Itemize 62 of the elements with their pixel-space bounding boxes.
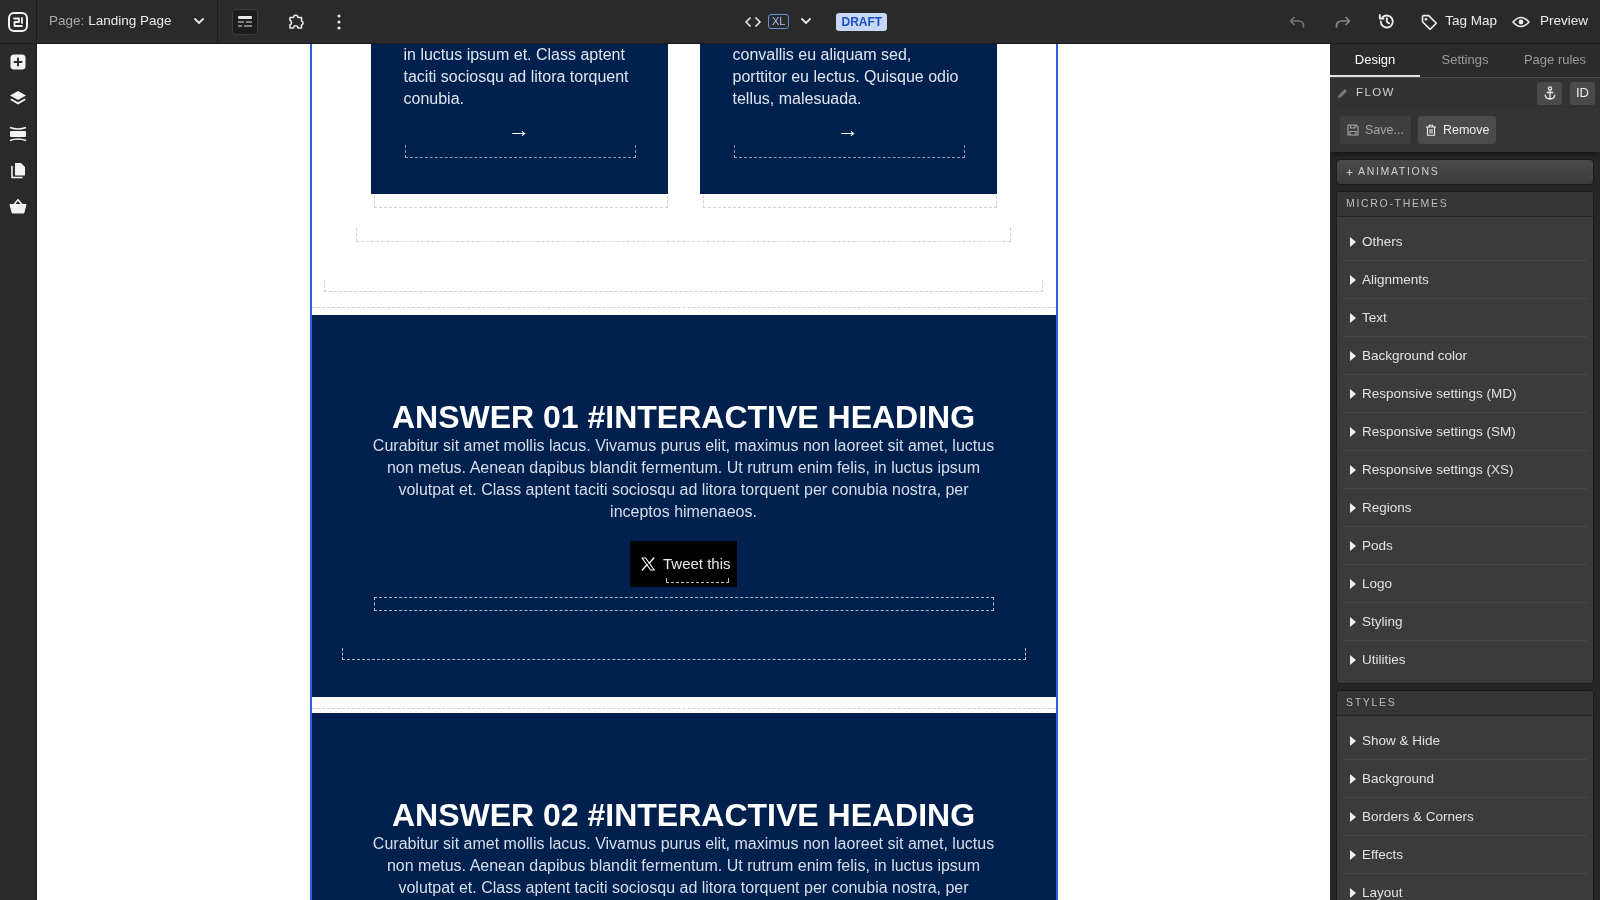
accordion-item[interactable]: Borders & Corners xyxy=(1343,798,1587,836)
tab[interactable]: Settings xyxy=(1420,44,1510,77)
chevron-down-icon xyxy=(194,18,204,25)
tag-map-button[interactable]: Tag Map xyxy=(1421,11,1497,32)
paragraph: Curabitur sit amet mollis lacus. Vivamus purus elit, maximus non laoreet sit amet, luctus non metus. Aenean dapibus blandit fermentum. Ut rutrum enim felis, in luctus ipsum volutpat et. Class aptent taciti sociosqu ad litora torquent per conubia nostra, per xyxy=(371,834,996,898)
basket-icon[interactable] xyxy=(9,198,27,214)
id-button[interactable]: ID xyxy=(1570,81,1595,105)
code-icon xyxy=(745,16,761,27)
anchor-icon xyxy=(1543,86,1556,100)
accordion-item[interactable]: Layout xyxy=(1343,874,1587,900)
accordion-item[interactable]: Background xyxy=(1343,760,1587,798)
breakpoint-selector[interactable]: XL xyxy=(745,7,812,36)
pages-icon[interactable] xyxy=(10,161,26,179)
plus-icon xyxy=(1346,168,1353,176)
tweet-button[interactable]: Tweet this xyxy=(630,541,737,587)
puzzle-icon[interactable] xyxy=(288,13,304,30)
section-heading: ANSWER 01 #INTERACTIVE HEADING xyxy=(391,399,976,435)
accordion-item[interactable]: Background color xyxy=(1343,337,1587,375)
layers-icon[interactable] xyxy=(9,90,27,106)
arrow-link[interactable]: → xyxy=(508,120,530,140)
section-heading: ANSWER 02 #INTERACTIVE HEADING xyxy=(391,797,976,833)
accordion-item[interactable]: Others xyxy=(1343,223,1587,261)
tab[interactable]: Page rules xyxy=(1510,44,1600,77)
paragraph: Curabitur sit amet mollis lacus. Vivamus purus elit, maximus non laoreet sit amet, luctus non metus. Aenean dapibus blandit fermentum. Ut rutrum enim felis, in luctus ipsum volutpat et. Class aptent taciti sociosqu ad litora torquent per conubia nostra, per inceptos himenaeos. xyxy=(371,436,996,522)
status-badge: DRAFT xyxy=(836,12,888,31)
accordion-item[interactable]: Styling xyxy=(1343,603,1587,641)
accordion-item[interactable]: Logo xyxy=(1343,565,1587,603)
layout-icon xyxy=(238,15,252,28)
accordion-item[interactable]: Responsive settings (SM) xyxy=(1343,413,1587,451)
eye-icon xyxy=(1512,15,1530,28)
element-name: FLOW xyxy=(1356,85,1395,101)
trash-icon xyxy=(1424,124,1437,136)
animations-button[interactable]: ANIMATIONS xyxy=(1336,159,1594,185)
accordion-item[interactable]: Alignments xyxy=(1343,261,1587,299)
x-logo-icon xyxy=(641,557,655,571)
add-icon[interactable] xyxy=(10,54,26,70)
layout-button[interactable] xyxy=(232,8,258,35)
pencil-icon xyxy=(1337,87,1348,99)
preview-button[interactable]: Preview xyxy=(1512,11,1588,32)
remove-button[interactable]: Remove xyxy=(1417,116,1497,144)
tag-icon xyxy=(1421,13,1438,30)
history-icon[interactable] xyxy=(1378,13,1396,30)
arrow-link[interactable]: → xyxy=(837,120,859,140)
card-text: in luctus ipsum et. Class aptent taciti sociosqu ad litora torquent conubia. xyxy=(403,45,630,109)
page-selector[interactable]: Page: Landing Page xyxy=(37,0,218,43)
card-text: convallis eu aliquam sed, porttitor eu lectus. Quisque odio tellus, malesuada. xyxy=(732,45,960,109)
group-title: MICRO-THEMES xyxy=(1346,196,1449,212)
logo-icon[interactable] xyxy=(8,11,28,32)
accordion-item[interactable]: Show & Hide xyxy=(1343,722,1587,760)
accordion-item[interactable]: Text xyxy=(1343,299,1587,337)
sections-icon[interactable] xyxy=(9,126,27,142)
accordion-item[interactable]: Responsive settings (MD) xyxy=(1343,375,1587,413)
accordion-item[interactable]: Pods xyxy=(1343,527,1587,565)
accordion-item[interactable]: Regions xyxy=(1343,489,1587,527)
more-icon[interactable] xyxy=(337,13,341,30)
save-icon xyxy=(1347,124,1359,136)
anchor-button[interactable] xyxy=(1537,81,1562,105)
accordion-item[interactable]: Utilities xyxy=(1343,641,1587,679)
group-title: STYLES xyxy=(1346,695,1397,711)
accordion-item[interactable]: Effects xyxy=(1343,836,1587,874)
chevron-down-icon xyxy=(801,18,812,25)
accordion-item[interactable]: Responsive settings (XS) xyxy=(1343,451,1587,489)
